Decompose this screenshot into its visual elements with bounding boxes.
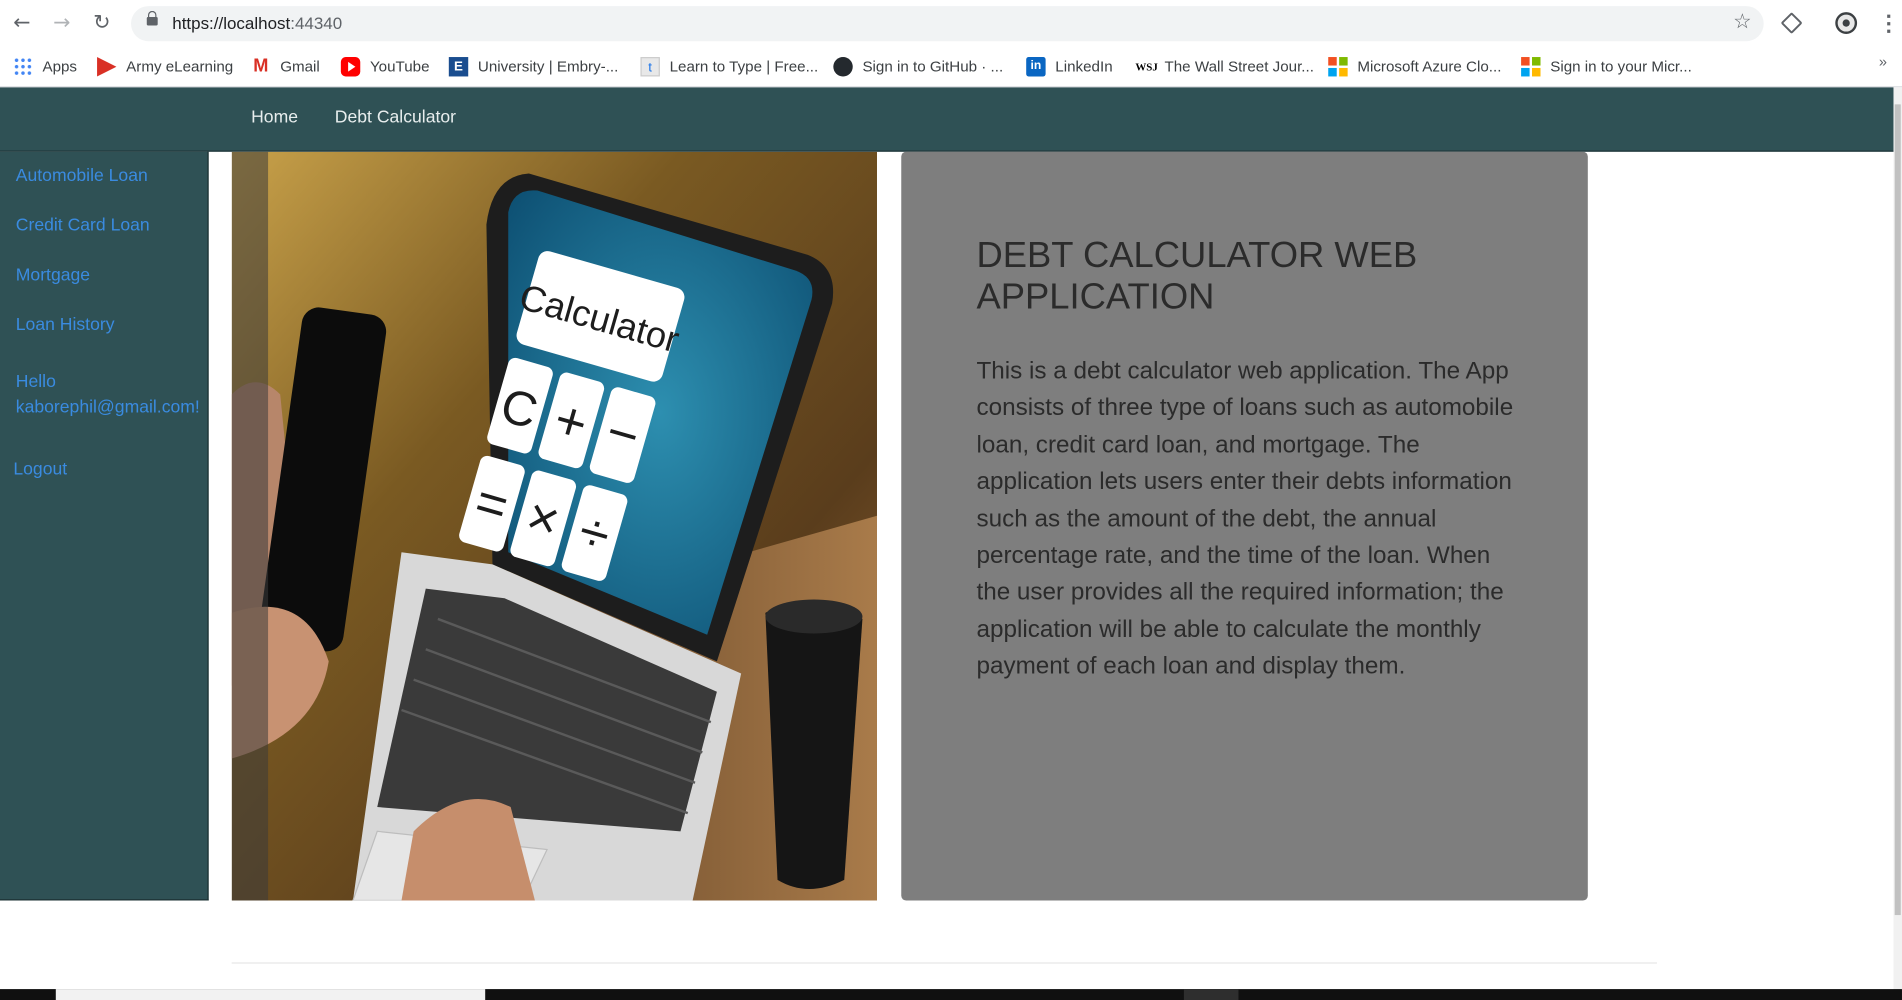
info-card: DEBT CALCULATOR WEB APPLICATION This is … (901, 151, 1588, 901)
sidebar-item-mortgage[interactable]: Mortgage (16, 263, 90, 288)
bookmark-apps[interactable]: Apps (13, 55, 77, 79)
sidebar: Automobile Loan Credit Card Loan Mortgag… (0, 151, 209, 901)
reload-icon[interactable]: ↻ (89, 10, 116, 37)
bookmark-wsj[interactable]: WSJ The Wall Street Jour... (1135, 55, 1314, 79)
profile-avatar-icon[interactable] (1833, 10, 1860, 37)
bookmark-university[interactable]: E University | Embry-... (448, 55, 618, 79)
forward-arrow-icon[interactable]: → (49, 10, 76, 37)
bookmark-gmail[interactable]: M Gmail (251, 55, 320, 79)
sidebar-item-loan-history[interactable]: Loan History (16, 313, 115, 338)
top-navbar: Home Debt Calculator (0, 87, 1894, 152)
extension-cube-icon[interactable] (1778, 10, 1805, 37)
university-icon: E (448, 57, 469, 77)
hero-image: Calculator C + − = × ÷ (231, 151, 877, 901)
scrollbar[interactable] (1893, 87, 1902, 1000)
typing-icon: t (640, 57, 660, 77)
footer-divider (231, 962, 1657, 964)
page-title: DEBT CALCULATOR WEB APPLICATION (976, 235, 1418, 317)
sidebar-item-automobile-loan[interactable]: Automobile Loan (16, 164, 148, 189)
screen: ← → ↻ https://localhost:44340 ☆ ⋮ Apps A… (0, 0, 1902, 1000)
microsoft-icon (1521, 57, 1541, 77)
bookmark-linkedin[interactable]: in LinkedIn (1026, 55, 1113, 79)
browser-menu-icon[interactable]: ⋮ (1878, 10, 1900, 37)
nav-debt-calculator-link[interactable]: Debt Calculator (335, 108, 456, 127)
back-arrow-icon[interactable]: ← (8, 10, 35, 37)
url-text[interactable]: https://localhost:44340 (172, 13, 342, 32)
bookmark-army-elearning[interactable]: Army eLearning (97, 55, 233, 79)
account-greeting-link[interactable]: Hello kaborephil@gmail.com! (16, 370, 200, 421)
address-bar[interactable]: https://localhost:44340 ☆ (131, 6, 1764, 42)
bookmarks-bar: Apps Army eLearning M Gmail YouTube E Univ… (0, 47, 1902, 88)
bookmark-youtube[interactable]: YouTube (340, 55, 430, 79)
taskbar-search-box[interactable] (55, 989, 486, 1000)
logout-link[interactable]: Logout (13, 458, 67, 483)
linkedin-icon: in (1026, 57, 1046, 77)
github-icon (833, 57, 853, 77)
more-bookmarks-chevron-icon[interactable]: » (1879, 53, 1887, 70)
lock-icon (146, 10, 158, 26)
bookmark-microsoft-signin[interactable]: Sign in to your Micr... (1521, 55, 1692, 79)
nav-home-link[interactable]: Home (251, 108, 298, 127)
scrollbar-thumb[interactable] (1894, 104, 1901, 916)
gmail-icon: M (253, 55, 269, 77)
microsoft-icon (1328, 57, 1348, 77)
taskbar-app-item[interactable] (1183, 989, 1239, 1000)
sidebar-item-credit-card-loan[interactable]: Credit Card Loan (16, 214, 150, 239)
bookmark-star-icon[interactable]: ☆ (1733, 10, 1751, 34)
army-icon (97, 57, 117, 77)
bookmark-github[interactable]: Sign in to GitHub · ... (833, 55, 1003, 79)
page-content: Home Debt Calculator Automobile Loan Cre… (0, 87, 1902, 1000)
wsj-icon: WSJ (1135, 60, 1158, 73)
bookmark-azure[interactable]: Microsoft Azure Clo... (1328, 55, 1501, 79)
os-taskbar (0, 989, 1902, 1000)
bookmark-learn-to-type[interactable]: t Learn to Type | Free... (640, 55, 818, 79)
youtube-icon (340, 57, 361, 77)
browser-toolbar: ← → ↻ https://localhost:44340 ☆ ⋮ (0, 0, 1902, 48)
description-text: This is a debt calculator web applicatio… (976, 358, 1514, 680)
apps-grid-icon (13, 57, 33, 77)
